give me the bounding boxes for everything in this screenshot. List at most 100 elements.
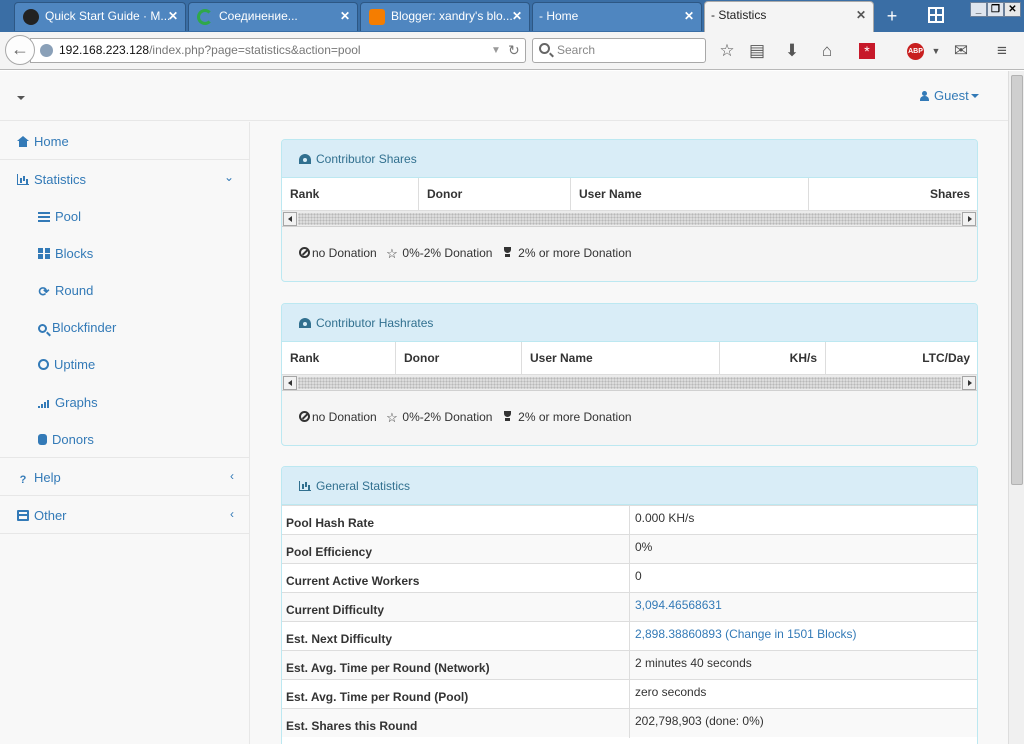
- column-header-khs[interactable]: KH/s: [720, 342, 826, 375]
- scroll-left-icon[interactable]: [283, 212, 297, 226]
- close-icon[interactable]: ✕: [684, 3, 694, 30]
- tab-connection[interactable]: Соединение... ✕: [188, 2, 358, 31]
- reload-icon[interactable]: ↻: [508, 39, 520, 62]
- column-header-ltc-day[interactable]: LTC/Day: [826, 342, 977, 375]
- gmail-icon[interactable]: ✉: [950, 40, 972, 62]
- restore-icon[interactable]: ❐: [987, 2, 1004, 17]
- scrollbar-thumb[interactable]: [1011, 75, 1023, 485]
- tab-home[interactable]: - Home ✕: [532, 2, 702, 31]
- sidebar-item-help[interactable]: ? Help ‹: [0, 458, 250, 496]
- sidebar-item-uptime[interactable]: Uptime: [38, 357, 95, 372]
- legend-no-donation: no Donation: [312, 246, 377, 260]
- ban-icon: [299, 411, 310, 422]
- address-bar[interactable]: 192.168.223.128/index.php?page=statistic…: [30, 38, 526, 63]
- sidebar-item-blockfinder[interactable]: Blockfinder: [38, 320, 116, 335]
- tab-groups-icon[interactable]: [928, 7, 944, 23]
- close-icon[interactable]: ✕: [856, 2, 866, 29]
- user-menu[interactable]: Guest: [920, 88, 979, 103]
- panel-title: Contributor Hashrates: [316, 316, 434, 330]
- close-icon[interactable]: ✕: [340, 3, 350, 30]
- scroll-right-icon[interactable]: [962, 212, 976, 226]
- chevron-down-icon: [970, 94, 979, 98]
- column-header-user-name[interactable]: User Name: [522, 342, 720, 375]
- sidebar-item-home[interactable]: Home: [0, 122, 250, 160]
- column-header-donor[interactable]: Donor: [396, 342, 522, 375]
- contributor-hashrates-panel: Contributor Hashrates Rank Donor User Na…: [281, 303, 978, 446]
- sidebar-item-label: Other: [34, 508, 67, 523]
- tab-quick-start-guide[interactable]: Quick Start Guide · M... ✕: [14, 2, 186, 31]
- sidebar-item-label: Donors: [52, 432, 94, 447]
- bars-icon: [38, 211, 50, 222]
- tab-blogger[interactable]: Blogger: xandry's blo... ✕: [360, 2, 530, 31]
- scroll-left-icon[interactable]: [283, 376, 297, 390]
- home-icon[interactable]: ⌂: [816, 40, 838, 62]
- minimize-icon[interactable]: _: [970, 2, 987, 17]
- scrollbar-track[interactable]: [298, 213, 961, 225]
- sidebar-item-other[interactable]: Other ‹: [0, 496, 250, 534]
- signal-icon: [38, 397, 50, 408]
- sidebar-item-label: Pool: [55, 209, 82, 224]
- tab-title: Соединение...: [219, 9, 298, 23]
- stat-value: 0: [635, 569, 642, 583]
- panel-title: General Statistics: [316, 479, 411, 493]
- table-row: Current Active Workers 0: [282, 563, 977, 593]
- back-button[interactable]: ←: [5, 35, 35, 65]
- legend-partial-donation: 0%-2% Donation: [402, 410, 493, 424]
- close-icon[interactable]: ✕: [168, 3, 178, 30]
- chevron-left-icon: ‹: [230, 507, 234, 521]
- browser-tab-strip: Quick Start Guide · M... ✕ Соединение...…: [0, 0, 1024, 32]
- dropdown-arrow-icon[interactable]: ▼: [491, 39, 501, 62]
- column-header-rank[interactable]: Rank: [282, 342, 396, 375]
- close-icon[interactable]: ✕: [512, 3, 522, 30]
- plus-icon[interactable]: +: [880, 4, 904, 28]
- adblock-plus-icon[interactable]: ABP: [907, 43, 924, 60]
- tab-title: Quick Start Guide · M...: [45, 9, 171, 23]
- sidebar-item-statistics[interactable]: Statistics ⌄: [0, 160, 250, 458]
- star-icon: ☆: [386, 246, 398, 261]
- reading-list-icon[interactable]: ▤: [746, 40, 768, 62]
- stat-label: Current Difficulty: [282, 593, 630, 622]
- download-icon[interactable]: ⬇: [781, 40, 803, 62]
- sidebar-item-donors[interactable]: Donors: [38, 432, 94, 447]
- close-window-icon[interactable]: ✕: [1004, 2, 1021, 17]
- vertical-scrollbar[interactable]: [1008, 71, 1024, 744]
- bookmark-star-icon[interactable]: ☆: [716, 40, 738, 62]
- tab-title: - Statistics: [711, 8, 767, 22]
- sidebar-item-round[interactable]: ⟳ Round: [38, 283, 94, 298]
- panel-title: Contributor Shares: [316, 152, 417, 166]
- search-input[interactable]: Search: [532, 38, 706, 63]
- sidebar-item-label: Uptime: [54, 357, 96, 372]
- sidebar-item-graphs[interactable]: Graphs: [38, 395, 98, 410]
- scroll-right-icon[interactable]: [962, 376, 976, 390]
- loading-icon: [197, 9, 213, 25]
- lastpass-icon[interactable]: *: [859, 43, 875, 59]
- blogger-icon: [369, 9, 385, 25]
- stat-value-link[interactable]: 2,898.38860893 (Change in 1501 Blocks): [631, 622, 857, 641]
- scrollbar-track[interactable]: [298, 377, 961, 389]
- chevron-down-icon[interactable]: ▼: [925, 40, 947, 62]
- stat-label: Pool Hash Rate: [282, 506, 630, 535]
- bar-chart-icon: [17, 174, 29, 185]
- table-header: Rank Donor User Name Shares: [282, 178, 977, 211]
- column-header-donor[interactable]: Donor: [419, 178, 571, 211]
- sidebar-item-label: Home: [34, 134, 69, 149]
- horizontal-scrollbar[interactable]: [282, 375, 977, 391]
- table-row: Pool Hash Rate 0.000 KH/s: [282, 505, 977, 535]
- panel-heading: Contributor Shares: [282, 140, 977, 178]
- stat-value: 0%: [635, 540, 653, 554]
- statistics-table: Pool Hash Rate 0.000 KH/s Pool Efficiency 0…: [282, 505, 977, 738]
- sidebar-item-pool[interactable]: Pool: [38, 209, 81, 224]
- column-header-shares[interactable]: Shares: [809, 178, 977, 211]
- column-header-user-name[interactable]: User Name: [571, 178, 809, 211]
- table-header: Rank Donor User Name KH/s LTC/Day: [282, 342, 977, 375]
- legend-partial-donation: 0%-2% Donation: [402, 246, 493, 260]
- chevron-down-icon[interactable]: [17, 96, 25, 100]
- menu-icon[interactable]: ≡: [991, 40, 1013, 62]
- horizontal-scrollbar[interactable]: [282, 211, 977, 227]
- stat-label: Current Active Workers: [282, 564, 630, 593]
- column-header-rank[interactable]: Rank: [282, 178, 419, 211]
- sidebar-item-blocks[interactable]: Blocks: [38, 246, 93, 261]
- table-row: Est. Avg. Time per Round (Pool) zero seco…: [282, 679, 977, 709]
- stat-value-link[interactable]: 3,094.46568631: [631, 593, 722, 612]
- tab-statistics[interactable]: - Statistics ✕: [704, 1, 874, 32]
